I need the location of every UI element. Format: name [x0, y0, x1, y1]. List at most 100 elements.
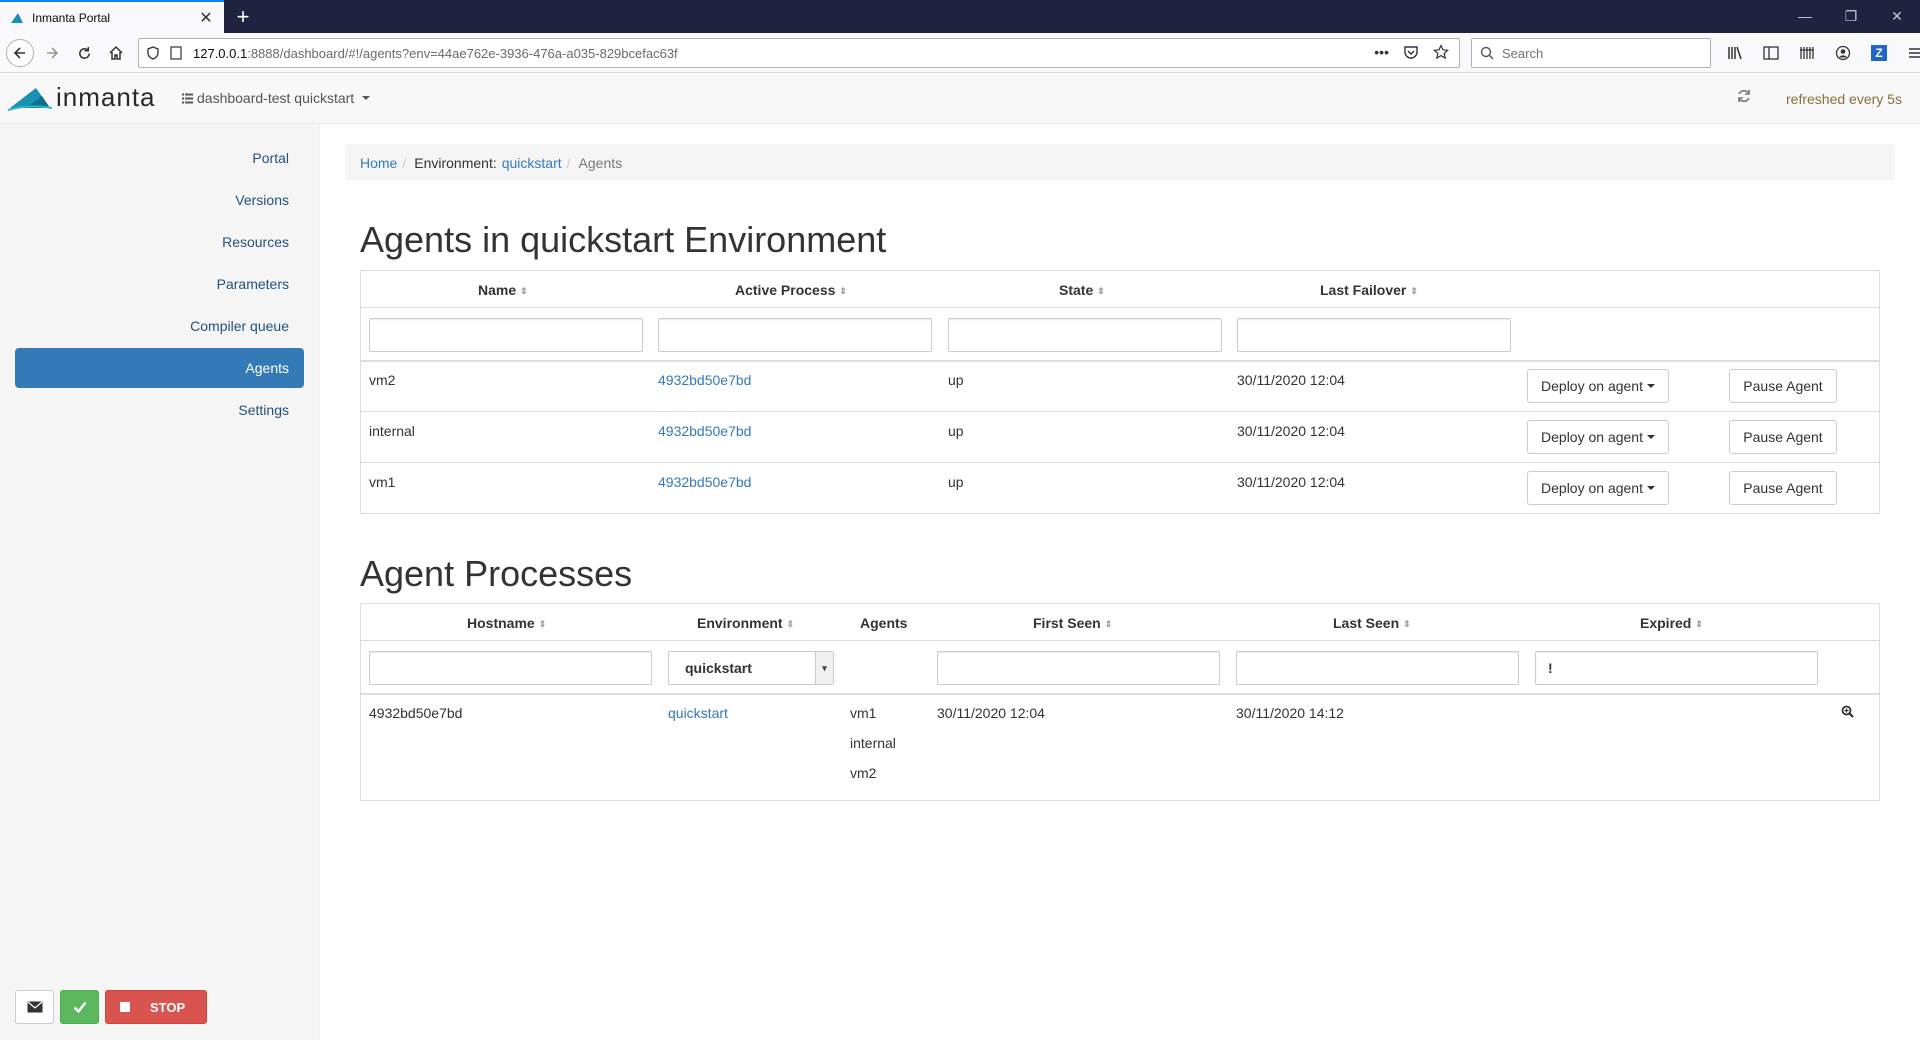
state-filter-input[interactable]: [948, 318, 1222, 352]
pause-agent-button[interactable]: Pause Agent: [1729, 369, 1837, 403]
minimize-icon[interactable]: —: [1782, 0, 1828, 33]
pause-agent-button[interactable]: Pause Agent: [1729, 471, 1837, 505]
sidebar: Portal Versions Resources Parameters Com…: [0, 124, 320, 1040]
home-icon[interactable]: [102, 39, 130, 67]
column-header-environment[interactable]: Environment ⇕: [697, 615, 794, 631]
sort-icon: ⇕: [520, 285, 528, 296]
window-close-icon[interactable]: ✕: [1874, 0, 1920, 33]
search-icon: [1480, 46, 1494, 60]
sidebar-item-portal[interactable]: Portal: [15, 138, 304, 178]
page-info-icon[interactable]: [169, 46, 183, 60]
account-icon[interactable]: [1830, 39, 1856, 67]
caret-down-icon: [362, 96, 371, 100]
environment-filter-select[interactable]: quickstart ▾: [668, 651, 834, 685]
stop-label: STOP: [150, 999, 186, 1015]
page-actions-icon[interactable]: •••: [1374, 44, 1389, 60]
column-header-last-failover[interactable]: Last Failover ⇕: [1320, 282, 1418, 298]
active-process-filter-input[interactable]: [658, 318, 932, 352]
breadcrumb-home[interactable]: Home: [360, 155, 397, 171]
agent-name: vm1: [369, 474, 396, 490]
sidebar-toggle-icon[interactable]: [1758, 39, 1784, 67]
environment-filter-value: quickstart: [685, 660, 752, 676]
inmanta-logo-icon: [8, 87, 52, 111]
agent-last-failover: 30/11/2020 12:04: [1237, 372, 1345, 388]
last-failover-filter-input[interactable]: [1237, 318, 1511, 352]
browser-tab[interactable]: Inmanta Portal ✕: [0, 0, 224, 33]
sidebar-item-settings[interactable]: Settings: [15, 390, 304, 430]
agent-state: up: [948, 372, 964, 388]
bookmark-star-icon[interactable]: [1433, 44, 1449, 60]
zoom-in-icon[interactable]: [1841, 705, 1854, 721]
column-header-name[interactable]: Name ⇕: [478, 282, 528, 298]
list-icon: [182, 93, 193, 103]
agent-name: internal: [369, 423, 415, 439]
pocket-icon[interactable]: [1403, 44, 1419, 60]
inmanta-favicon-icon: [11, 12, 23, 23]
library-icon[interactable]: [1722, 39, 1748, 67]
environment-dropdown[interactable]: dashboard-test quickstart: [182, 90, 371, 106]
browser-search-input[interactable]: Search: [1471, 38, 1711, 68]
breadcrumb-environment[interactable]: quickstart: [502, 155, 562, 171]
sort-icon: ⇕: [839, 285, 847, 296]
caret-down-icon: [1646, 486, 1655, 490]
sidebar-item-compiler-queue[interactable]: Compiler queue: [15, 306, 304, 346]
notifications-button[interactable]: [15, 990, 54, 1024]
tab-close-icon[interactable]: ✕: [198, 8, 214, 28]
forward-icon[interactable]: [38, 39, 66, 67]
url-bar[interactable]: 127.0.0.1:8888/dashboard/#!/agents?env=4…: [138, 38, 1460, 68]
caret-down-icon: [1646, 435, 1655, 439]
menu-icon[interactable]: [1902, 39, 1920, 67]
deploy-on-agent-button[interactable]: Deploy on agent: [1527, 471, 1669, 505]
sort-icon: ⇕: [1403, 618, 1411, 629]
sidebar-item-resources[interactable]: Resources: [15, 222, 304, 262]
deploy-on-agent-button[interactable]: Deploy on agent: [1527, 420, 1669, 454]
process-agent: internal: [850, 735, 896, 751]
halt-environment-button[interactable]: STOP: [105, 990, 207, 1024]
process-agent: vm2: [850, 765, 877, 781]
sidebar-item-parameters[interactable]: Parameters: [15, 264, 304, 304]
sort-icon: ⇕: [538, 618, 547, 629]
column-header-state[interactable]: State ⇕: [1059, 282, 1105, 298]
breadcrumb: Home / Environment: quickstart / Agents: [345, 144, 1895, 181]
new-tab-icon[interactable]: +: [230, 4, 256, 30]
column-header-agents: Agents: [860, 615, 908, 631]
process-environment-link[interactable]: quickstart: [668, 705, 728, 721]
reload-icon[interactable]: [70, 39, 98, 67]
deploy-on-agent-button[interactable]: Deploy on agent: [1527, 369, 1669, 403]
sort-icon: ⇕: [1104, 618, 1113, 629]
agent-process-link[interactable]: 4932bd50e7bd: [658, 423, 751, 439]
envelope-icon: [27, 1001, 42, 1013]
process-hostname: 4932bd50e7bd: [369, 705, 463, 721]
agent-process-link[interactable]: 4932bd50e7bd: [658, 372, 751, 388]
sidebar-item-versions[interactable]: Versions: [15, 180, 304, 220]
first-seen-filter-input[interactable]: [937, 651, 1220, 685]
restore-icon[interactable]: ❐: [1828, 0, 1874, 33]
agents-table: Name ⇕ Active Process ⇕ State ⇕ Last Failov…: [360, 270, 1880, 514]
refresh-interval-text[interactable]: refreshed every 5s: [1786, 91, 1902, 107]
column-header-expired[interactable]: Expired ⇕: [1640, 615, 1703, 631]
stop-icon: [120, 1002, 130, 1012]
back-icon[interactable]: [6, 39, 34, 67]
process-agent: vm1: [850, 705, 877, 721]
agent-last-failover: 30/11/2020 12:04: [1237, 474, 1345, 490]
column-header-hostname[interactable]: Hostname ⇕: [467, 615, 546, 631]
caret-down-icon: [1646, 384, 1655, 388]
column-header-active-process[interactable]: Active Process ⇕: [735, 282, 847, 298]
inmanta-logo[interactable]: inmanta: [8, 82, 156, 113]
name-filter-input[interactable]: [369, 318, 643, 352]
sidebar-item-agents[interactable]: Agents: [15, 348, 304, 388]
hostname-filter-input[interactable]: [369, 651, 652, 685]
refresh-icon[interactable]: [1736, 88, 1752, 109]
barcode-icon[interactable]: [1794, 39, 1820, 67]
agent-name: vm2: [369, 372, 396, 388]
agent-process-link[interactable]: 4932bd50e7bd: [658, 474, 751, 490]
server-status-button[interactable]: [60, 990, 99, 1024]
select-arrow-icon: ▾: [815, 652, 833, 684]
expired-filter-input[interactable]: [1535, 651, 1818, 685]
shield-icon[interactable]: [147, 46, 159, 60]
column-header-first-seen[interactable]: First Seen ⇕: [1033, 615, 1112, 631]
zotero-icon[interactable]: Z: [1866, 39, 1892, 67]
column-header-last-seen[interactable]: Last Seen ⇕: [1333, 615, 1411, 631]
pause-agent-button[interactable]: Pause Agent: [1729, 420, 1837, 454]
last-seen-filter-input[interactable]: [1236, 651, 1519, 685]
